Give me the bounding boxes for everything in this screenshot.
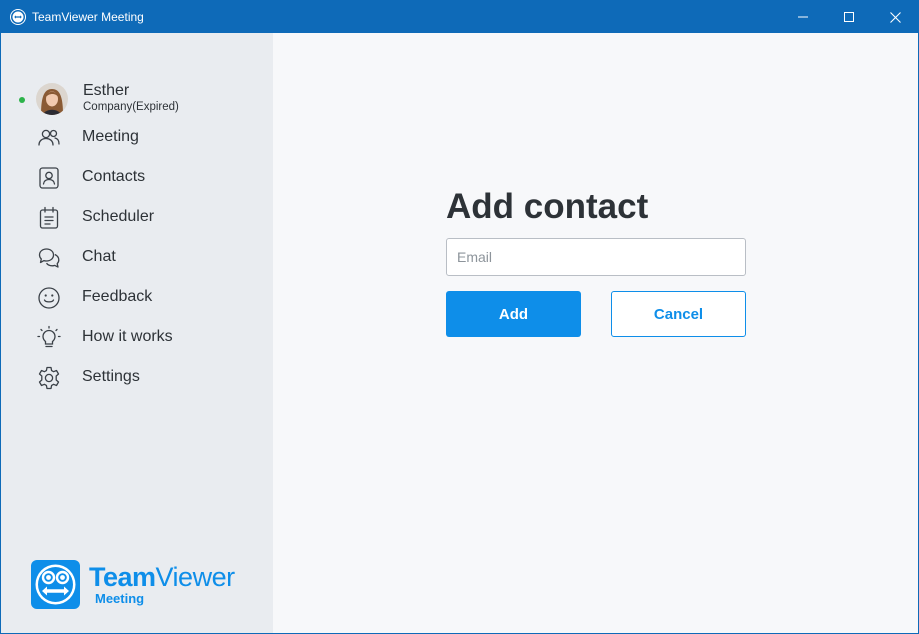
sidebar-item-label: How it works bbox=[82, 328, 173, 345]
maximize-button[interactable] bbox=[826, 1, 872, 33]
sidebar-item-settings[interactable]: Settings bbox=[31, 360, 261, 396]
main-panel: Add contact Add Cancel bbox=[273, 33, 918, 633]
sidebar-item-label: Chat bbox=[82, 248, 116, 265]
sidebar-item-scheduler[interactable]: Scheduler bbox=[31, 200, 261, 236]
sidebar-item-label: Meeting bbox=[82, 128, 139, 145]
user-name: Esther bbox=[83, 82, 130, 99]
teamviewer-logo-icon bbox=[31, 560, 80, 609]
chat-bubbles-icon bbox=[38, 248, 60, 268]
cancel-button[interactable]: Cancel bbox=[611, 291, 746, 337]
brand-product: Meeting bbox=[95, 591, 145, 606]
minimize-icon bbox=[798, 16, 808, 18]
brand-name: TeamViewer bbox=[89, 562, 235, 592]
sidebar-item-label: Scheduler bbox=[82, 208, 155, 225]
close-button[interactable] bbox=[872, 1, 918, 33]
calendar-icon bbox=[39, 206, 59, 229]
smiley-icon bbox=[38, 287, 60, 309]
maximize-icon bbox=[844, 12, 854, 22]
people-icon bbox=[38, 129, 60, 146]
sidebar-item-contacts[interactable]: Contacts bbox=[31, 160, 261, 196]
page-title: Add contact bbox=[446, 187, 649, 226]
sidebar-item-meeting[interactable]: Meeting bbox=[31, 120, 261, 156]
minimize-button[interactable] bbox=[780, 1, 826, 33]
lightbulb-icon bbox=[37, 325, 61, 348]
sidebar-item-label: Settings bbox=[82, 368, 140, 385]
sidebar-item-label: Contacts bbox=[82, 168, 146, 185]
sidebar: Esther Company(Expired) Meeting Contacts… bbox=[1, 33, 273, 633]
app-logo-icon bbox=[10, 9, 26, 25]
sidebar-item-how-it-works[interactable]: How it works bbox=[31, 320, 261, 356]
presence-status-dot bbox=[19, 97, 25, 103]
gear-icon bbox=[38, 366, 60, 390]
contact-card-icon bbox=[39, 167, 59, 189]
add-button[interactable]: Add bbox=[446, 291, 581, 337]
sidebar-item-label: Feedback bbox=[82, 288, 153, 305]
app-window: TeamViewer Meeting Esther Company(Expire… bbox=[0, 0, 919, 634]
sidebar-item-feedback[interactable]: Feedback bbox=[31, 280, 261, 316]
title-bar[interactable]: TeamViewer Meeting bbox=[1, 1, 918, 33]
user-company: Company(Expired) bbox=[83, 101, 179, 113]
email-field[interactable] bbox=[446, 238, 746, 276]
avatar[interactable] bbox=[36, 83, 68, 115]
sidebar-item-chat[interactable]: Chat bbox=[31, 240, 261, 276]
close-icon bbox=[889, 11, 901, 23]
window-title: TeamViewer Meeting bbox=[32, 10, 144, 24]
teamviewer-meeting-logo: TeamViewer Meeting bbox=[31, 560, 251, 612]
